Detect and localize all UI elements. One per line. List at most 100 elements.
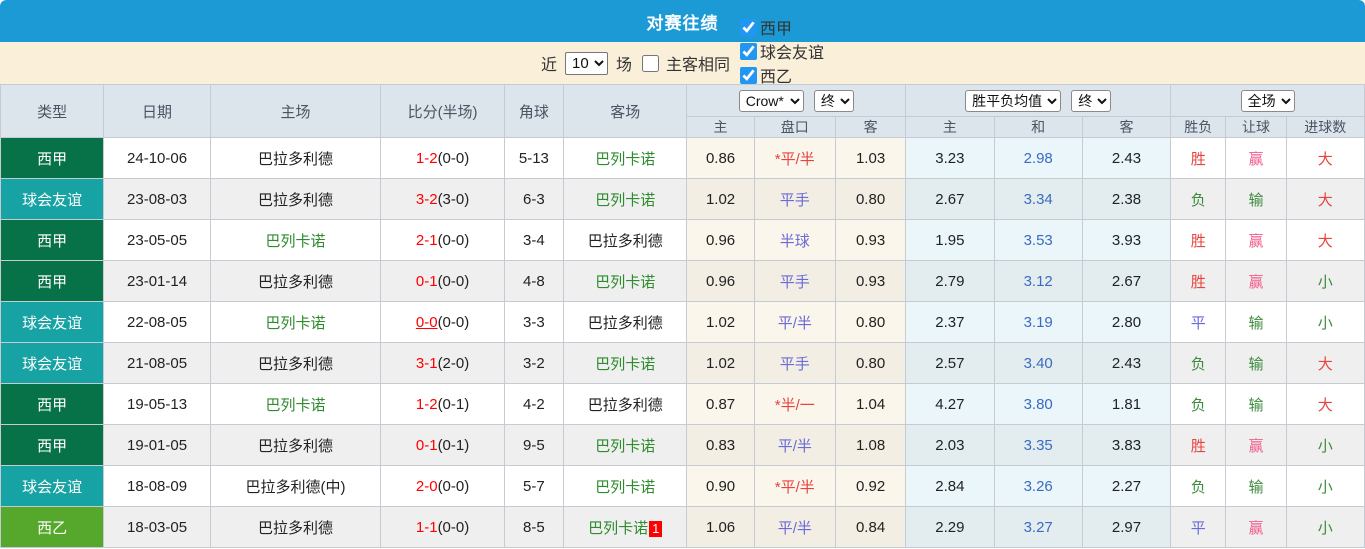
score-halftime: (0-1) bbox=[437, 395, 470, 413]
avg-away-cell: 2.43 bbox=[1081, 137, 1172, 179]
subcol-result-goals: 进球数 bbox=[1285, 116, 1365, 138]
avg-draw-cell: 3.40 bbox=[993, 342, 1083, 384]
date-cell: 19-05-13 bbox=[103, 383, 211, 425]
result-wdl-cell: 平 bbox=[1170, 506, 1227, 548]
odds-time-select[interactable]: 终 bbox=[813, 89, 854, 112]
result-goals-cell: 大 bbox=[1285, 219, 1365, 261]
col-header-type: 类型 bbox=[0, 84, 105, 138]
table-row: 球会友谊 21-08-05 巴拉多利德 3-1(2-0) 3-2 巴列卡诺 1.02 平手 0.… bbox=[0, 342, 1365, 384]
score-fulltime: 0-1 bbox=[415, 272, 438, 290]
avg-time-select[interactable]: 终 bbox=[1071, 89, 1112, 112]
score-halftime: (0-0) bbox=[437, 149, 470, 167]
result-wdl-cell: 负 bbox=[1170, 342, 1227, 384]
avg-draw-cell: 3.27 bbox=[993, 506, 1083, 548]
result-handicap-cell: 输 bbox=[1225, 383, 1287, 425]
away-team-cell: 巴列卡诺 bbox=[562, 465, 688, 507]
match-type-cell: 西甲 bbox=[0, 219, 105, 261]
home-team-cell: 巴拉多利德 bbox=[209, 342, 382, 384]
odds-home-cell: 0.86 bbox=[686, 137, 755, 179]
odds-away-cell: 1.03 bbox=[834, 137, 907, 179]
avg-draw-cell: 3.26 bbox=[993, 465, 1083, 507]
table-row: 西甲 24-10-06 巴拉多利德 1-2(0-0) 5-13 巴列卡诺 0.86 *平/半 1… bbox=[0, 137, 1365, 179]
score-cell: 3-1(2-0) bbox=[380, 342, 505, 384]
away-team-name: 巴列卡诺 bbox=[595, 355, 656, 373]
avg-home-cell: 2.67 bbox=[905, 178, 995, 220]
avg-group-header: 胜平负均值 终 bbox=[905, 84, 1172, 117]
score-cell: 1-1(0-0) bbox=[380, 506, 505, 548]
league-checkbox-0[interactable] bbox=[740, 18, 758, 36]
page-title: 对赛往绩 bbox=[646, 13, 719, 33]
result-goals-cell: 大 bbox=[1285, 178, 1365, 220]
corner-cell: 4-2 bbox=[503, 383, 564, 425]
date-cell: 18-08-09 bbox=[103, 465, 211, 507]
odds-home-cell: 1.02 bbox=[686, 178, 755, 220]
bookmaker-select[interactable]: Crow* bbox=[738, 89, 804, 112]
match-type-cell: 球会友谊 bbox=[0, 342, 105, 384]
result-group-header: 全场 bbox=[1170, 84, 1365, 117]
away-team-name: 巴列卡诺 bbox=[588, 519, 649, 537]
score-cell: 0-1(0-0) bbox=[380, 260, 505, 302]
odds-away-cell: 0.80 bbox=[834, 301, 907, 343]
away-team-cell: 巴拉多利德 bbox=[562, 219, 688, 261]
score-fulltime: 1-2 bbox=[415, 395, 438, 413]
result-wdl-cell: 胜 bbox=[1170, 260, 1227, 302]
league-label: 西甲 bbox=[760, 21, 793, 38]
score-fulltime: 2-1 bbox=[415, 231, 438, 249]
date-cell: 18-03-05 bbox=[103, 506, 211, 548]
same-venue-checkbox[interactable] bbox=[642, 54, 659, 72]
subcol-odds-home: 主 bbox=[686, 116, 755, 138]
avg-home-cell: 2.29 bbox=[905, 506, 995, 548]
away-team-cell: 巴列卡诺 bbox=[562, 424, 688, 466]
odds-home-cell: 0.96 bbox=[686, 219, 755, 261]
result-goals-cell: 大 bbox=[1285, 383, 1365, 425]
table-row: 球会友谊 22-08-05 巴列卡诺 0-0(0-0) 3-3 巴拉多利德 1.02 平/半 0… bbox=[0, 301, 1365, 343]
result-goals-cell: 大 bbox=[1285, 342, 1365, 384]
odds-away-cell: 0.93 bbox=[834, 219, 907, 261]
avg-draw-cell: 3.19 bbox=[993, 301, 1083, 343]
result-wdl-cell: 平 bbox=[1170, 301, 1227, 343]
away-team-name: 巴列卡诺 bbox=[595, 273, 656, 291]
avg-draw-cell: 3.35 bbox=[993, 424, 1083, 466]
home-team-cell: 巴拉多利德 bbox=[209, 178, 382, 220]
avg-home-cell: 3.23 bbox=[905, 137, 995, 179]
score-halftime: (0-1) bbox=[437, 436, 470, 454]
home-team-cell: 巴列卡诺 bbox=[209, 301, 382, 343]
result-handicap-cell: 赢 bbox=[1225, 219, 1287, 261]
match-type-cell: 球会友谊 bbox=[0, 465, 105, 507]
avg-type-select[interactable]: 胜平负均值 bbox=[965, 89, 1062, 112]
col-header-score: 比分(半场) bbox=[380, 84, 505, 138]
avg-away-cell: 2.27 bbox=[1081, 465, 1172, 507]
league-checkbox-2[interactable] bbox=[740, 66, 758, 84]
home-team-cell: 巴列卡诺 bbox=[209, 219, 382, 261]
result-handicap-cell: 输 bbox=[1225, 465, 1287, 507]
league-checkbox-1[interactable] bbox=[740, 42, 758, 60]
odds-away-cell: 0.93 bbox=[834, 260, 907, 302]
col-header-home: 主场 bbox=[209, 84, 382, 138]
away-team-cell: 巴列卡诺 bbox=[562, 342, 688, 384]
avg-draw-cell: 3.34 bbox=[993, 178, 1083, 220]
match-type-cell: 球会友谊 bbox=[0, 301, 105, 343]
odds-away-cell: 0.92 bbox=[834, 465, 907, 507]
scope-select[interactable]: 全场 bbox=[1240, 89, 1295, 112]
table-row: 球会友谊 23-08-03 巴拉多利德 3-2(3-0) 6-3 巴列卡诺 1.02 平手 0.… bbox=[0, 178, 1365, 220]
away-team-name: 巴拉多利德 bbox=[587, 314, 663, 332]
rank-badge: 1 bbox=[649, 520, 663, 537]
date-cell: 19-01-05 bbox=[103, 424, 211, 466]
avg-draw-cell: 3.80 bbox=[993, 383, 1083, 425]
corner-cell: 4-8 bbox=[503, 260, 564, 302]
away-team-name: 巴列卡诺 bbox=[595, 150, 656, 168]
score-halftime: (0-0) bbox=[437, 477, 470, 495]
odds-home-cell: 1.06 bbox=[686, 506, 755, 548]
odds-handicap-cell: *平/半 bbox=[753, 137, 836, 179]
subcol-odds-away: 客 bbox=[834, 116, 907, 138]
away-team-cell: 巴拉多利德 bbox=[562, 301, 688, 343]
home-team-cell: 巴拉多利德(中) bbox=[209, 465, 382, 507]
head-to-head-panel: 对赛往绩 近 10 场 主客相同 西甲球会友谊西乙西杯 类型 日期 主场 比分(… bbox=[0, 0, 1365, 549]
col-header-corner: 角球 bbox=[503, 84, 564, 138]
result-wdl-cell: 胜 bbox=[1170, 219, 1227, 261]
match-type-cell: 西甲 bbox=[0, 424, 105, 466]
result-goals-cell: 小 bbox=[1285, 301, 1365, 343]
recent-count-select[interactable]: 10 bbox=[564, 51, 608, 75]
score-halftime: (2-0) bbox=[437, 354, 470, 372]
same-venue-label: 主客相同 bbox=[666, 57, 731, 74]
